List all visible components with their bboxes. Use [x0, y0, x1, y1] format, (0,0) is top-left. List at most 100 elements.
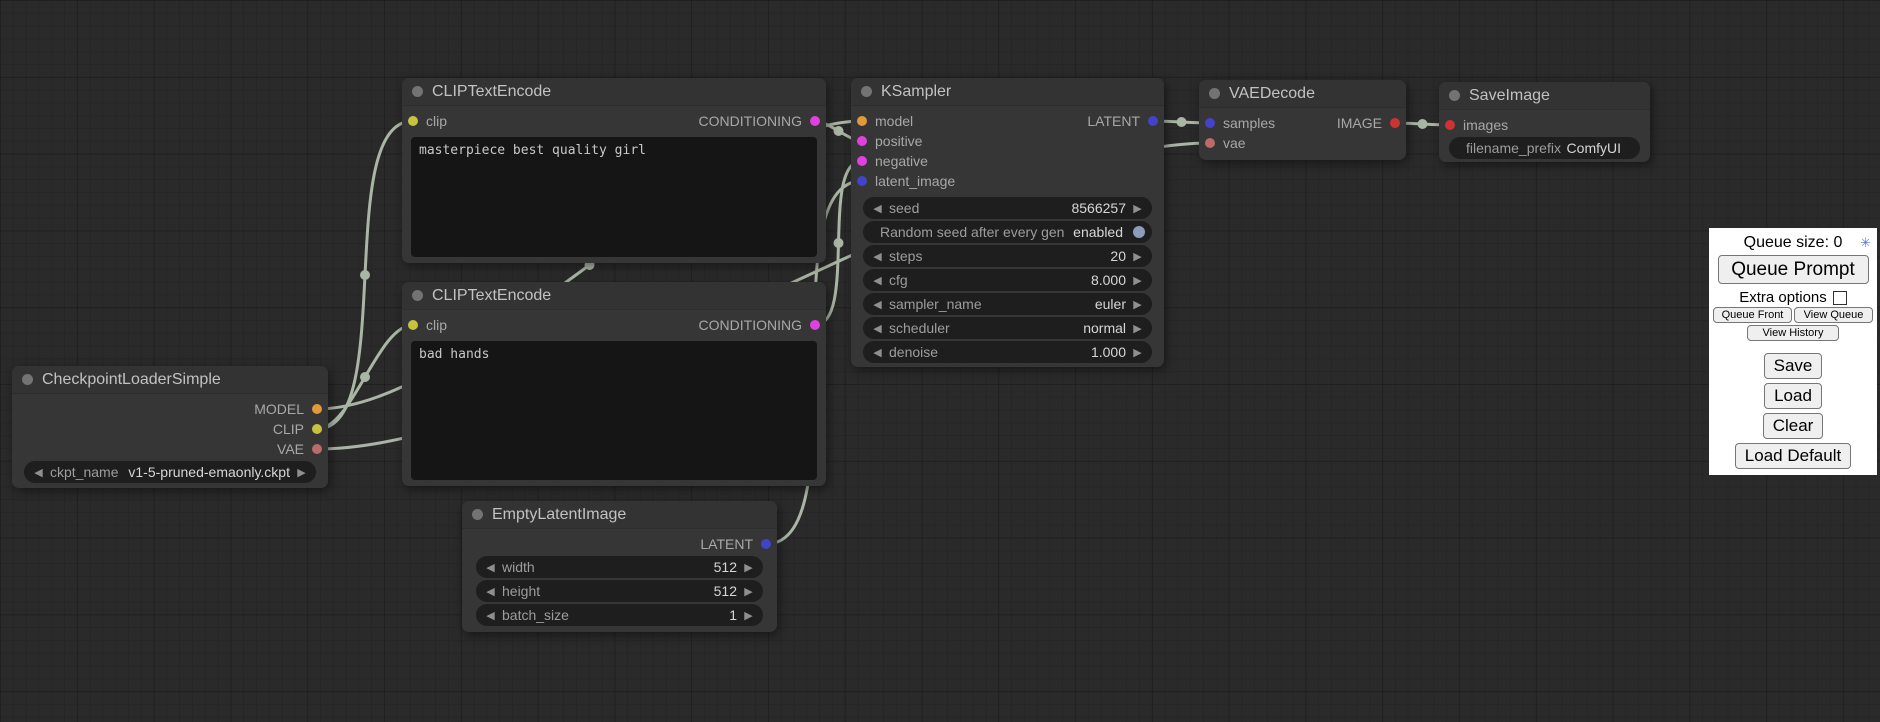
input-dot-positive[interactable] — [857, 136, 867, 146]
node-title: SaveImage — [1469, 87, 1550, 105]
increment-arrow-icon[interactable]: ▶ — [1130, 250, 1145, 263]
toggle-on-dot-icon[interactable] — [1133, 226, 1145, 238]
node-status-dot-icon[interactable] — [1209, 88, 1220, 99]
input-dot-vae[interactable] — [1205, 138, 1215, 148]
increment-arrow-icon[interactable]: ▶ — [741, 561, 756, 574]
decrement-arrow-icon[interactable]: ◀ — [870, 298, 885, 311]
input-dot-clip[interactable] — [408, 116, 418, 126]
widget-cfg[interactable]: ◀ cfg 8.000 ▶ — [863, 269, 1152, 291]
widget-value: 512 — [714, 559, 741, 575]
output-dot-latent[interactable] — [1148, 116, 1158, 126]
view-queue-button[interactable]: View Queue — [1794, 307, 1873, 323]
node-title-bar[interactable]: EmptyLatentImage — [462, 501, 777, 529]
decrement-arrow-icon[interactable]: ◀ — [870, 202, 885, 215]
input-dot-latent-image[interactable] — [857, 176, 867, 186]
widget-label: steps — [885, 248, 1110, 264]
link-midpoint-dot — [834, 126, 844, 136]
widget-height[interactable]: ◀ height 512 ▶ — [476, 580, 763, 602]
decrement-arrow-icon[interactable]: ◀ — [870, 346, 885, 359]
output-dot-clip[interactable] — [312, 424, 322, 434]
node-status-dot-icon[interactable] — [472, 509, 483, 520]
load-default-button[interactable]: Load Default — [1735, 443, 1851, 469]
widget-sampler-name[interactable]: ◀ sampler_name euler ▶ — [863, 293, 1152, 315]
widget-batch-size[interactable]: ◀ batch_size 1 ▶ — [476, 604, 763, 626]
slots: images — [1439, 110, 1650, 135]
increment-arrow-icon[interactable]: ▶ — [1130, 322, 1145, 335]
node-vae-decode[interactable]: VAEDecode samples IMAGE vae — [1199, 80, 1406, 160]
widget-label: denoise — [885, 344, 1091, 360]
slot-label: positive — [875, 133, 922, 149]
widget-steps[interactable]: ◀ steps 20 ▶ — [863, 245, 1152, 267]
widgets: ◀ seed 8566257 ▶ Random seed after every… — [851, 197, 1164, 363]
decrement-arrow-icon[interactable]: ◀ — [870, 250, 885, 263]
increment-arrow-icon[interactable]: ▶ — [294, 466, 309, 479]
widget-denoise[interactable]: ◀ denoise 1.000 ▶ — [863, 341, 1152, 363]
input-dot-model[interactable] — [857, 116, 867, 126]
slot-label: CLIP — [273, 421, 304, 437]
node-title-bar[interactable]: CheckpointLoaderSimple — [12, 366, 328, 394]
clear-button[interactable]: Clear — [1763, 413, 1824, 439]
node-title-bar[interactable]: KSampler — [851, 78, 1164, 106]
node-empty-latent-image[interactable]: EmptyLatentImage LATENT ◀ width 512 ▶ ◀ … — [462, 501, 777, 632]
decrement-arrow-icon[interactable]: ◀ — [870, 274, 885, 287]
node-status-dot-icon[interactable] — [412, 86, 423, 97]
input-slot-samples: samples — [1205, 115, 1275, 131]
increment-arrow-icon[interactable]: ▶ — [1130, 202, 1145, 215]
node-ksampler[interactable]: KSampler model LATENT positive negative … — [851, 78, 1164, 367]
widget-label: Random seed after every gen — [870, 224, 1073, 240]
increment-arrow-icon[interactable]: ▶ — [1130, 346, 1145, 359]
input-dot-clip[interactable] — [408, 320, 418, 330]
node-title-bar[interactable]: SaveImage — [1439, 82, 1650, 110]
node-title-bar[interactable]: VAEDecode — [1199, 80, 1406, 108]
slot-label: negative — [875, 153, 928, 169]
load-button[interactable]: Load — [1764, 383, 1822, 409]
widget-width[interactable]: ◀ width 512 ▶ — [476, 556, 763, 578]
output-dot-model[interactable] — [312, 404, 322, 414]
node-save-image[interactable]: SaveImage images filename_prefix ComfyUI — [1439, 82, 1650, 162]
increment-arrow-icon[interactable]: ▶ — [1130, 274, 1145, 287]
queue-prompt-button[interactable]: Queue Prompt — [1718, 255, 1869, 284]
widget-scheduler[interactable]: ◀ scheduler normal ▶ — [863, 317, 1152, 339]
node-title-bar[interactable]: CLIPTextEncode — [402, 78, 826, 106]
decrement-arrow-icon[interactable]: ◀ — [483, 585, 498, 598]
output-dot-latent[interactable] — [761, 539, 771, 549]
queue-front-button[interactable]: Queue Front — [1713, 307, 1792, 323]
input-dot-samples[interactable] — [1205, 118, 1215, 128]
node-status-dot-icon[interactable] — [861, 86, 872, 97]
decrement-arrow-icon[interactable]: ◀ — [483, 609, 498, 622]
widgets: ◀ ckpt_name v1-5-pruned-emaonly.ckpt ▶ — [12, 461, 328, 483]
extra-options-checkbox[interactable] — [1833, 291, 1847, 305]
slot-label: MODEL — [254, 401, 304, 417]
save-button[interactable]: Save — [1764, 353, 1823, 379]
slot-row: samples IMAGE — [1199, 113, 1406, 133]
output-dot-vae[interactable] — [312, 444, 322, 454]
node-status-dot-icon[interactable] — [1449, 90, 1460, 101]
widget-filename-prefix[interactable]: filename_prefix ComfyUI — [1449, 137, 1640, 159]
view-history-button[interactable]: View History — [1747, 325, 1839, 341]
node-title-bar[interactable]: CLIPTextEncode — [402, 282, 826, 310]
widget-ckpt-name[interactable]: ◀ ckpt_name v1-5-pruned-emaonly.ckpt ▶ — [24, 461, 316, 483]
output-dot-image[interactable] — [1390, 118, 1400, 128]
node-checkpoint-loader-simple[interactable]: CheckpointLoaderSimple MODEL CLIP VAE ◀ … — [12, 366, 328, 488]
increment-arrow-icon[interactable]: ▶ — [741, 609, 756, 622]
node-status-dot-icon[interactable] — [22, 374, 33, 385]
settings-icon[interactable]: ✳ — [1860, 234, 1871, 252]
increment-arrow-icon[interactable]: ▶ — [741, 585, 756, 598]
input-dot-images[interactable] — [1445, 120, 1455, 130]
increment-arrow-icon[interactable]: ▶ — [1130, 298, 1145, 311]
widget-value: euler — [1095, 296, 1130, 312]
node-clip-text-encode-negative[interactable]: CLIPTextEncode clip CONDITIONING bad han… — [402, 282, 826, 486]
output-dot-conditioning[interactable] — [810, 320, 820, 330]
input-dot-negative[interactable] — [857, 156, 867, 166]
decrement-arrow-icon[interactable]: ◀ — [870, 322, 885, 335]
node-status-dot-icon[interactable] — [412, 290, 423, 301]
prompt-text-area[interactable]: bad hands — [411, 341, 817, 480]
queue-buttons-row: Queue Front View Queue — [1713, 307, 1873, 323]
decrement-arrow-icon[interactable]: ◀ — [31, 466, 46, 479]
node-clip-text-encode-positive[interactable]: CLIPTextEncode clip CONDITIONING masterp… — [402, 78, 826, 263]
output-dot-conditioning[interactable] — [810, 116, 820, 126]
prompt-text-area[interactable]: masterpiece best quality girl — [411, 137, 817, 257]
decrement-arrow-icon[interactable]: ◀ — [483, 561, 498, 574]
widget-random-seed-toggle[interactable]: Random seed after every gen enabled — [863, 221, 1152, 243]
widget-seed[interactable]: ◀ seed 8566257 ▶ — [863, 197, 1152, 219]
